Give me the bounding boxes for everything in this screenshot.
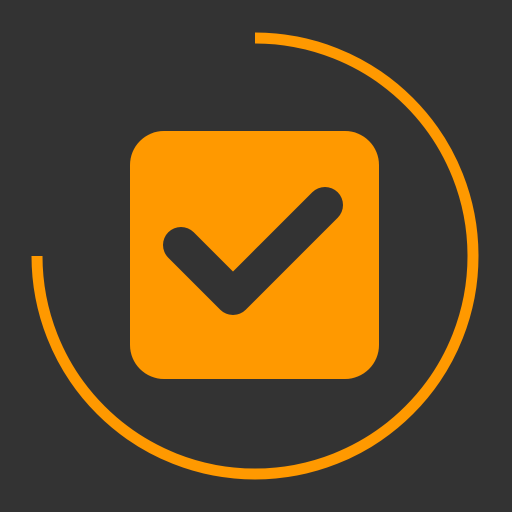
app-icon: [0, 0, 512, 512]
app-icon-graphic: [0, 0, 512, 512]
